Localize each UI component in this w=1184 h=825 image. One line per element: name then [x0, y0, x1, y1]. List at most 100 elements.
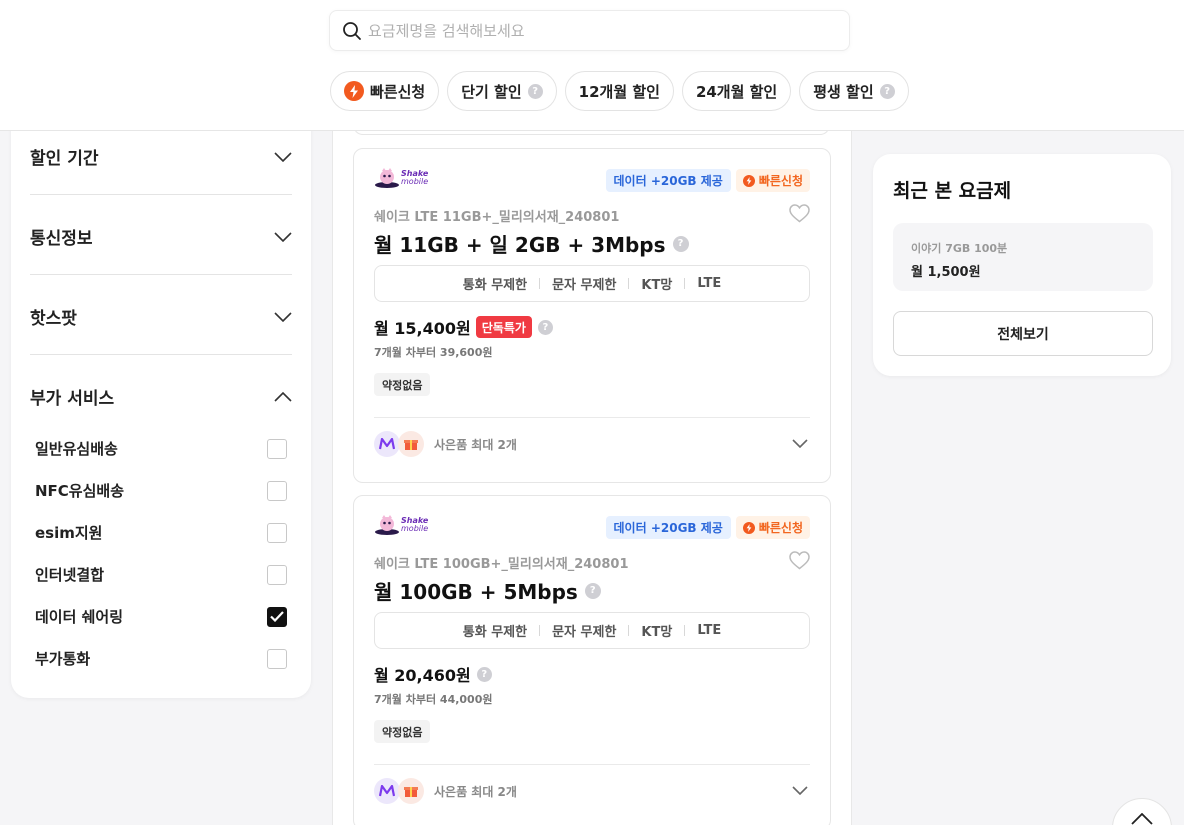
divider	[684, 278, 686, 289]
discount-filter-chips: 빠른신청 단기 할인 ? 12개월 할인 24개월 할인 평생 할인 ?	[330, 71, 909, 111]
chip-quick-apply[interactable]: 빠른신청	[330, 71, 440, 111]
price-text: 월 20,460원	[374, 666, 471, 685]
chevron-down-icon[interactable]	[792, 786, 808, 795]
lightning-icon	[742, 174, 755, 187]
filter-section-extra-services[interactable]: 부가 서비스	[30, 384, 292, 409]
chevron-up-icon	[1131, 813, 1153, 825]
filter-section-carrier-info[interactable]: 통신정보	[30, 224, 292, 249]
price-text: 월 15,400원	[374, 319, 471, 338]
plan-title: 월 100GB + 5Mbps ?	[374, 576, 601, 605]
heart-icon[interactable]	[789, 204, 810, 223]
search-bar[interactable]	[329, 10, 850, 51]
help-icon[interactable]: ?	[584, 582, 601, 599]
gift-row[interactable]: 사은품 최대 2개	[374, 431, 517, 457]
filter-section-hotspot[interactable]: 핫스팟	[30, 304, 292, 329]
checkbox-checked[interactable]	[267, 606, 287, 627]
shake-mascot-icon	[375, 168, 399, 188]
help-icon[interactable]: ?	[672, 235, 689, 252]
plan-name: 쉐이크 LTE 100GB+_밀리의서재_240801	[374, 557, 629, 572]
millie-logo-icon	[374, 778, 400, 804]
spec-network: KT망	[641, 625, 673, 640]
filter-option[interactable]: esim지원	[35, 522, 287, 543]
plan-title-text: 월 100GB + 5Mbps	[374, 580, 578, 604]
recent-plan-price: 월 1,500원	[911, 265, 981, 280]
filter-option[interactable]: 부가통화	[35, 648, 287, 669]
carrier-logo: Shake mobile	[374, 514, 428, 536]
checkbox[interactable]	[267, 480, 287, 501]
divider	[539, 625, 541, 636]
filter-option-label: 일반유심배송	[35, 440, 118, 458]
search-input[interactable]	[368, 21, 808, 40]
spec-network: KT망	[641, 278, 673, 293]
recent-plan-item[interactable]: 이야기 7GB 100분 월 1,500원	[893, 223, 1153, 291]
gift-row[interactable]: 사은품 최대 2개	[374, 778, 517, 804]
filter-section-discount-period[interactable]: 할인 기간	[30, 144, 292, 169]
filter-option[interactable]: 인터넷결합	[35, 564, 287, 585]
view-all-button[interactable]: 전체보기	[893, 311, 1153, 356]
chip-lifetime-discount[interactable]: 평생 할인 ?	[799, 71, 909, 111]
divider	[539, 278, 541, 289]
gift-text: 사은품 최대 2개	[434, 437, 517, 452]
filter-option[interactable]: 데이터 쉐어링	[35, 606, 287, 627]
badge-label: 빠른신청	[758, 174, 803, 188]
badge-group: 데이터 +20GB 제공 빠른신청	[605, 169, 810, 192]
checkbox[interactable]	[267, 438, 287, 459]
checkbox[interactable]	[267, 564, 287, 585]
checkbox[interactable]	[267, 522, 287, 543]
filter-option-label: 인터넷결합	[35, 566, 105, 584]
help-icon[interactable]: ?	[527, 83, 543, 99]
chip-24month-discount[interactable]: 24개월 할인	[681, 71, 792, 111]
special-offer-badge: 단독특가	[475, 316, 532, 338]
check-icon	[270, 611, 284, 622]
badge-label: 빠른신청	[758, 521, 803, 535]
filter-option[interactable]: NFC유심배송	[35, 480, 287, 501]
after-discount-price: 7개월 차부터 39,600원	[374, 346, 493, 359]
contract-badge: 약정없음	[374, 373, 431, 396]
chevron-down-icon	[274, 311, 292, 322]
divider	[628, 278, 630, 289]
divider	[684, 625, 686, 636]
help-icon[interactable]: ?	[537, 319, 553, 335]
help-icon[interactable]: ?	[476, 666, 492, 682]
plan-price: 월 20,460원 ?	[374, 662, 492, 686]
spec-text: 문자 무제한	[552, 278, 617, 293]
chip-short-discount[interactable]: 단기 할인 ?	[447, 71, 557, 111]
recent-plan-name: 이야기 7GB 100분	[911, 242, 1008, 255]
divider	[374, 417, 810, 418]
filter-option-label: NFC유심배송	[35, 482, 125, 500]
chip-label: 단기 할인	[461, 82, 522, 101]
contract-badge: 약정없음	[374, 720, 431, 743]
spec-call: 통화 무제한	[462, 625, 528, 640]
filter-option-label: 데이터 쉐어링	[35, 608, 124, 626]
filter-panel: 할인 기간 통신정보 핫스팟 부가 서비스 일반유심배송 NFC유심배송 esi…	[11, 100, 311, 698]
quick-apply-badge: 빠른신청	[735, 169, 810, 192]
filter-option-label: esim지원	[35, 524, 103, 542]
shake-mascot-icon	[375, 515, 399, 535]
plan-specs: 통화 무제한 문자 무제한 KT망 LTE	[374, 265, 810, 302]
checkbox[interactable]	[267, 648, 287, 669]
plan-title-text: 월 11GB + 일 2GB + 3Mbps	[374, 233, 666, 257]
chip-label: 빠른신청	[370, 82, 426, 101]
divider	[628, 625, 630, 636]
filter-section-label: 핫스팟	[30, 309, 77, 329]
divider	[30, 194, 292, 195]
chevron-down-icon[interactable]	[792, 439, 808, 448]
filter-option[interactable]: 일반유심배송	[35, 438, 287, 459]
top-header: 빠른신청 단기 할인 ? 12개월 할인 24개월 할인 평생 할인 ?	[0, 0, 1184, 131]
lightning-icon	[742, 521, 755, 534]
plan-card[interactable]: Shake mobile 데이터 +20GB 제공 빠른신청 쉐이크 LTE 10…	[353, 495, 831, 825]
chevron-up-icon	[274, 391, 292, 402]
plan-card[interactable]: Shake mobile 데이터 +20GB 제공 빠른신청 쉐이크 LTE 11…	[353, 148, 831, 483]
help-icon[interactable]: ?	[879, 83, 895, 99]
chip-12month-discount[interactable]: 12개월 할인	[564, 71, 674, 111]
badge-group: 데이터 +20GB 제공 빠른신청	[605, 516, 810, 539]
scroll-to-top-button[interactable]	[1112, 798, 1172, 825]
logo-text: mobile	[401, 524, 429, 533]
recent-plans-title: 최근 본 요금제	[893, 180, 1012, 202]
heart-icon[interactable]	[789, 551, 810, 570]
plan-specs: 통화 무제한 문자 무제한 KT망 LTE	[374, 612, 810, 649]
filter-section-label: 부가 서비스	[30, 389, 115, 409]
chip-label: 24개월 할인	[695, 82, 778, 101]
carrier-logo: Shake mobile	[374, 167, 428, 189]
spec-call: 통화 무제한	[462, 278, 528, 293]
